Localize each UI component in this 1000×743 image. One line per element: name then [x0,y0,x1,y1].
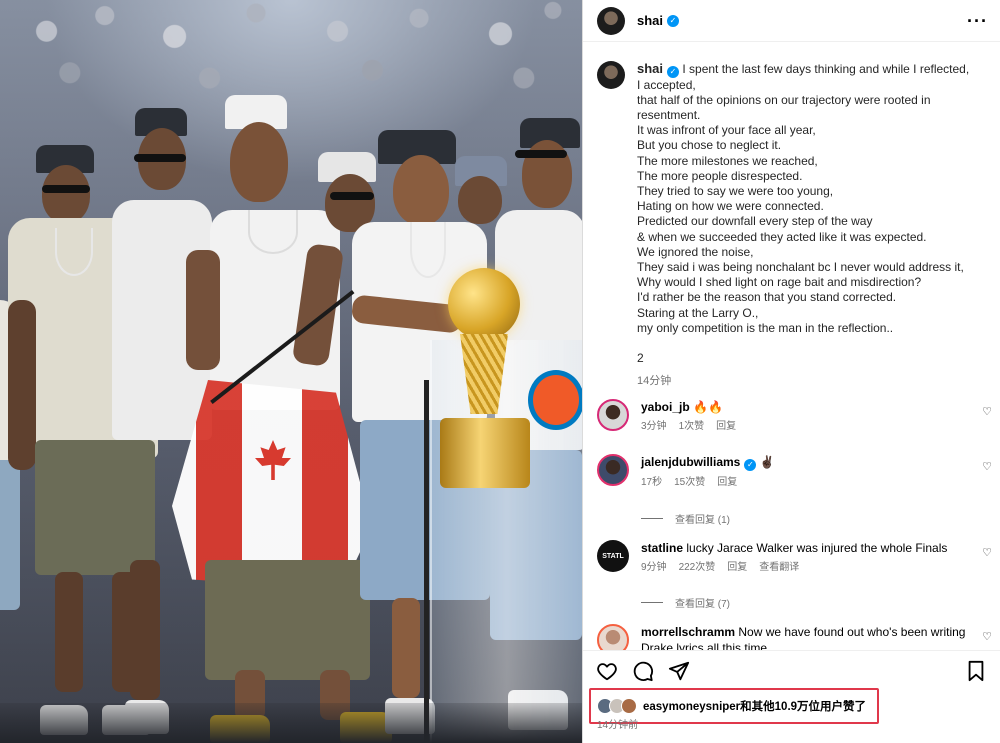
caption-line: The more milestones we reached, [637,153,818,168]
comment-username[interactable]: statline [641,541,683,555]
caption-line: Predicted our downfall every step of the… [637,214,873,229]
caption-line: I accepted, [637,77,696,92]
comment-time[interactable]: 9分钟 [641,560,667,576]
canada-flag [172,380,372,590]
post-action-bar [583,650,1000,690]
caption-trailing: 2 [637,351,644,366]
caption-line: resentment. [637,108,701,122]
stage-floor [0,703,582,743]
comment-like-heart-icon[interactable]: ♡ [982,546,992,559]
comment-text: lucky Jarace Walker was injured the whol… [686,541,948,555]
comment-time[interactable]: 17秒 [641,475,662,491]
commenter-avatar[interactable]: STATL [597,540,629,572]
commenter-avatar[interactable] [597,454,629,486]
caption-username[interactable]: shai [637,61,663,76]
caption-time[interactable]: 14分钟 [637,374,969,389]
comment-icon[interactable] [631,659,655,683]
caption-line: The more people disrespected. [637,168,803,183]
verified-badge-icon: ✓ [667,14,680,27]
caption-line: They said i was being nonchalant bc I ne… [637,260,964,275]
caption-line: & when we succeeded they acted like it w… [637,229,927,244]
view-replies-button[interactable]: 查看回复 (7) [641,595,730,610]
bookmark-icon[interactable] [964,659,988,683]
caption-line: We ignored the noise, [637,244,754,259]
caption-line: It was infront of your face all year, [637,123,816,138]
heart-icon[interactable] [595,659,619,683]
comment-text: ✌🏿 [759,455,775,469]
caption-line: my only competition is the man in the re… [637,320,894,335]
comment-username[interactable]: yaboi_jb [641,400,690,414]
caption-line: Staring at the Larry O., [637,305,759,320]
liker-avatars [597,698,637,714]
comment-like-heart-icon[interactable]: ♡ [982,630,992,643]
comment-item: STATL statline lucky Jarace Walker was i… [583,540,1000,576]
caption-line: They tried to say we were too young, [637,184,834,199]
comment-time[interactable]: 3分钟 [641,419,667,435]
view-replies-button[interactable]: 查看回复 (1) [641,511,730,526]
reply-button[interactable]: 回复 [727,560,747,576]
commenter-avatar[interactable] [597,624,629,650]
post-header: shai ✓ ··· [583,0,1000,42]
post-side-panel: shai ✓ ··· shai ✓ I spent the last few da… [582,0,1000,743]
post-photo[interactable] [0,0,582,743]
comment-username[interactable]: morrellschramm [641,625,735,639]
caption-author-avatar[interactable] [597,61,625,89]
reply-button[interactable]: 回复 [717,475,737,491]
okc-logo [528,370,582,430]
comment-likes[interactable]: 222次赞 [679,560,716,576]
caption-line: Why would I shed light on rage bait and … [637,275,922,290]
comment-item: morrellschramm Now we have found out who… [583,624,1000,650]
comment-text: 🔥🔥 [693,400,723,414]
caption-line: I'd rather be the reason that you stand … [637,290,897,305]
larry-obrien-trophy [440,268,532,488]
author-avatar[interactable] [597,6,625,35]
comment-item: jalenjdubwilliams ✓ ✌🏿 17秒 15次赞 回复 ♡ [583,454,1000,491]
verified-badge-icon: ✓ [667,65,680,78]
comment-like-heart-icon[interactable]: ♡ [982,460,992,473]
comment-username[interactable]: jalenjdubwilliams [641,455,740,469]
caption-line: I spent the last few days thinking and w… [682,62,970,76]
caption-line: But you chose to neglect it. [637,138,782,153]
reply-button[interactable]: 回复 [716,419,736,435]
more-options-icon[interactable]: ··· [967,12,988,30]
author-username[interactable]: shai [637,13,663,28]
microphone-stand [424,380,429,743]
post-time: 14分钟前 [597,720,639,731]
comment-like-heart-icon[interactable]: ♡ [982,405,992,418]
post-caption: shai ✓ I spent the last few days thinking… [583,43,1000,389]
commenter-avatar[interactable] [597,399,629,431]
caption-line: that half of the opinions on our traject… [637,92,931,107]
verified-badge-icon: ✓ [744,459,757,471]
translate-button[interactable]: 查看翻译 [759,560,799,576]
send-icon[interactable] [667,659,691,683]
comment-likes[interactable]: 1次赞 [679,419,705,435]
likes-summary-text[interactable]: easymoneysniper和其他10.9万位用户赞了 [643,698,866,714]
comments-scroll-area[interactable]: shai ✓ I spent the last few days thinking… [583,43,1000,650]
comment-likes[interactable]: 15次赞 [674,475,705,491]
caption-line: Hating on how we were connected. [637,199,824,214]
comment-item: yaboi_jb 🔥🔥 3分钟 1次赞 回复 ♡ [583,399,1000,435]
